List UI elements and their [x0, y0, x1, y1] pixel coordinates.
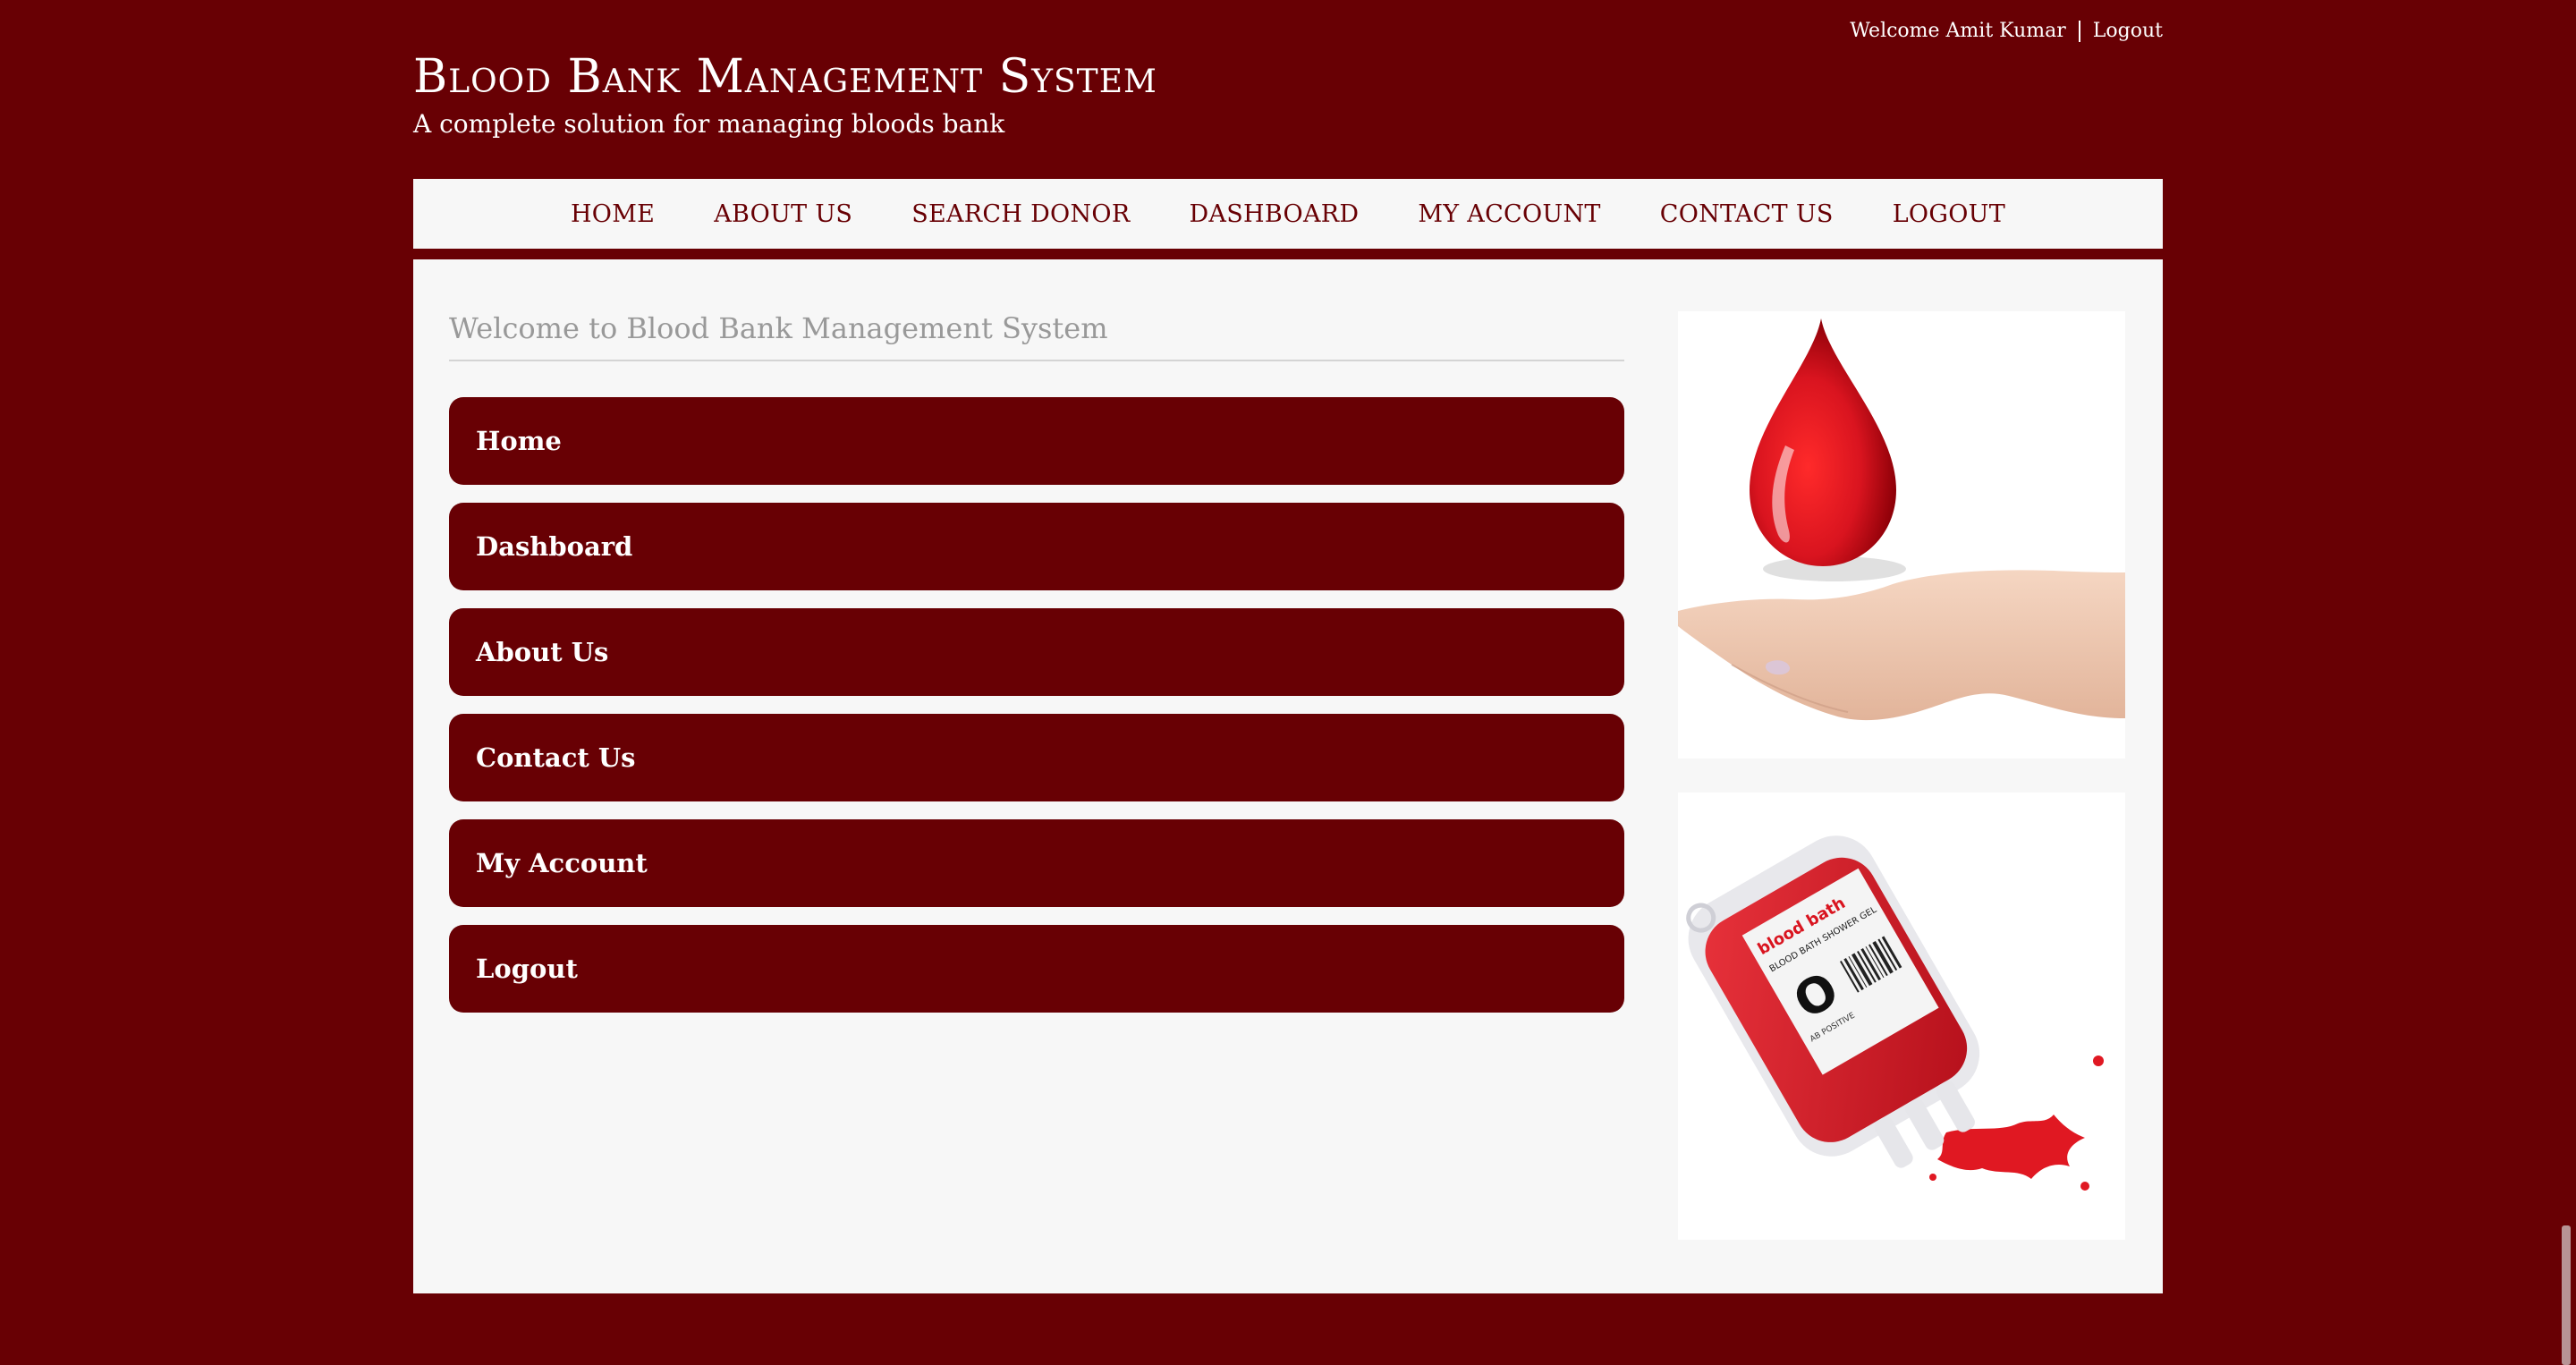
main-navigation: HOME ABOUT US SEARCH DONOR DASHBOARD MY … — [413, 179, 2163, 249]
blood-drop-hand-image — [1678, 311, 2125, 759]
dashboard-menu: Home Dashboard About Us Contact Us My Ac… — [449, 397, 1624, 1030]
menu-home-button[interactable]: Home — [449, 397, 1624, 485]
welcome-user-text: Welcome Amit Kumar — [1850, 20, 2066, 42]
menu-dashboard-button[interactable]: Dashboard — [449, 503, 1624, 590]
menu-contact-us-button[interactable]: Contact Us — [449, 714, 1624, 801]
nav-about-us[interactable]: ABOUT US — [714, 200, 852, 228]
top-logout-link[interactable]: Logout — [2093, 20, 2163, 42]
blood-bag-image: blood bath BLOOD BATH SHOWER GEL O AB PO… — [1678, 793, 2125, 1240]
nav-my-account[interactable]: MY ACCOUNT — [1418, 200, 1600, 228]
blood-drop-hand-illustration — [1678, 318, 2125, 721]
blood-bag-illustration: blood bath BLOOD BATH SHOWER GEL O AB PO… — [1686, 835, 2104, 1191]
site-title: Blood Bank Management System — [413, 50, 1157, 104]
nav-search-donor[interactable]: SEARCH DONOR — [911, 200, 1130, 228]
page-scrollbar-thumb[interactable] — [2562, 1225, 2571, 1365]
nav-home[interactable]: HOME — [571, 200, 655, 228]
content-panel: Welcome to Blood Bank Management System … — [413, 259, 2163, 1293]
menu-about-us-button[interactable]: About Us — [449, 608, 1624, 696]
nav-contact-us[interactable]: CONTACT US — [1660, 200, 1834, 228]
divider — [2078, 20, 2080, 42]
site-subtitle: A complete solution for managing bloods … — [413, 109, 1005, 139]
nav-dashboard[interactable]: DASHBOARD — [1189, 200, 1359, 228]
menu-my-account-button[interactable]: My Account — [449, 819, 1624, 907]
welcome-heading: Welcome to Blood Bank Management System — [449, 311, 1624, 361]
top-user-bar: Welcome Amit Kumar Logout — [1850, 20, 2163, 42]
nav-logout[interactable]: LOGOUT — [1893, 200, 2005, 228]
menu-logout-button[interactable]: Logout — [449, 925, 1624, 1013]
